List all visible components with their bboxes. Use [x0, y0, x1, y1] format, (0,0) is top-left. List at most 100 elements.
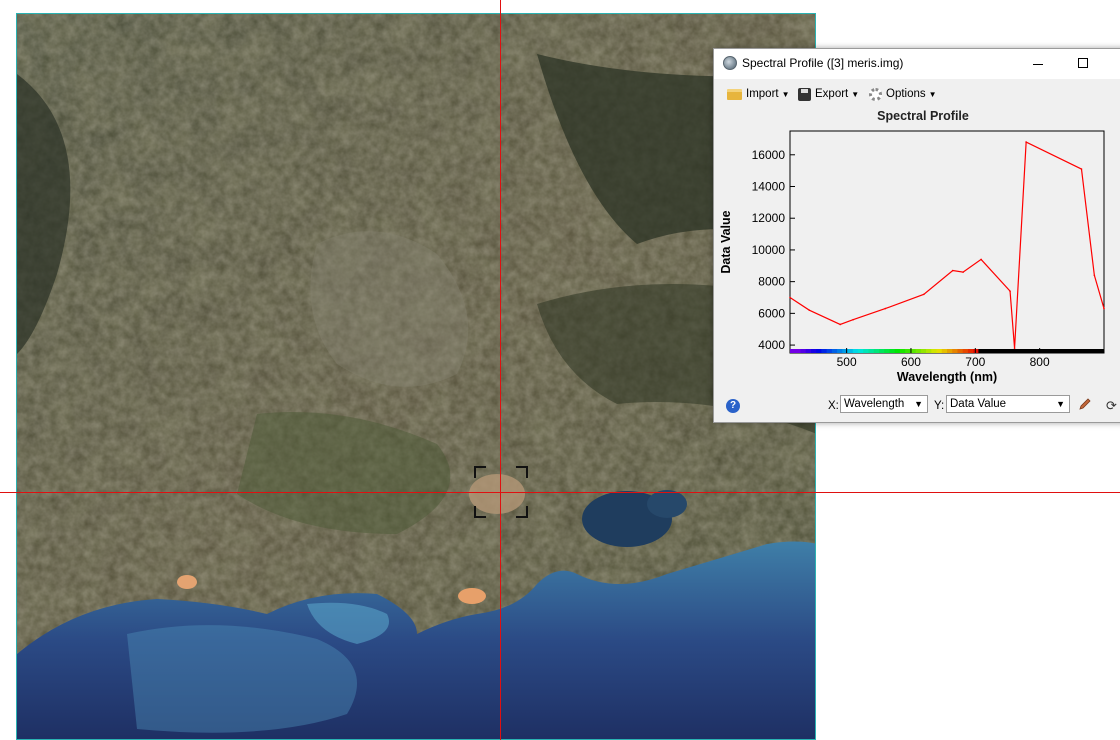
x-select-label: X: — [828, 400, 839, 412]
maximize-button[interactable] — [1072, 54, 1094, 74]
bottom-bar: ? X: Wavelength ▼ Y: Data Value ▼ ⟳ — [714, 393, 1120, 415]
colorbar-segment — [1093, 349, 1100, 353]
colorbar-segment — [1051, 349, 1058, 353]
image-viewer[interactable] — [16, 13, 816, 740]
folder-icon — [727, 88, 742, 100]
window-title: Spectral Profile ([3] meris.img) — [742, 56, 904, 70]
colorbar-segment — [894, 349, 901, 353]
y-select-label: Y: — [934, 400, 945, 412]
dropdown-caret-icon: ▼ — [851, 89, 860, 99]
spectral-profile-window[interactable]: Spectral Profile ([3] meris.img) Import … — [713, 48, 1120, 423]
colorbar-segment — [1035, 349, 1042, 353]
y-tick-label: 14000 — [752, 180, 786, 194]
data-point — [1080, 168, 1083, 170]
colorbar-segment — [978, 349, 985, 353]
spectral-profile-chart[interactable]: 500 600 700 800 4000 6000 8000 10000 12000 14000 1… — [714, 123, 1120, 389]
colorbar-segment — [1004, 349, 1011, 353]
colorbar-segment — [889, 349, 896, 353]
pixel-cursor-box[interactable] — [474, 466, 528, 518]
chevron-down-icon: ▼ — [1056, 399, 1065, 409]
colorbar-segment — [999, 349, 1006, 353]
colorbar-segment — [842, 349, 849, 353]
colorbar-segment — [1098, 349, 1105, 353]
y-tick-label: 8000 — [758, 275, 785, 289]
colorbar-segment — [947, 349, 953, 353]
y-tick-label: 4000 — [758, 338, 785, 352]
colorbar-segment — [1025, 349, 1032, 353]
colorbar-segment — [1015, 349, 1021, 353]
colorbar-segment — [941, 349, 948, 353]
wavelength-colorbar — [790, 349, 1105, 353]
colorbar-segment — [931, 349, 938, 353]
colorbar-segment — [847, 349, 854, 353]
colorbar-segment — [826, 349, 833, 353]
colorbar-segment — [852, 349, 859, 353]
export-button[interactable]: Export ▼ — [798, 85, 859, 103]
x-select-value: Wavelength — [844, 398, 905, 410]
y-axis-select[interactable]: Data Value ▼ — [946, 395, 1070, 413]
data-point — [923, 293, 925, 296]
x-axis-label: Wavelength (nm) — [897, 370, 997, 384]
colorbar-segment — [920, 349, 927, 353]
export-label: Export — [815, 88, 849, 100]
toolbar: Import ▼ Export ▼ Options ▼ — [714, 83, 1120, 105]
data-point — [789, 296, 791, 299]
x-axis-select[interactable]: Wavelength ▼ — [840, 395, 928, 413]
colorbar-segment — [905, 349, 911, 353]
save-disk-icon — [798, 87, 811, 101]
data-point — [962, 271, 964, 273]
data-point — [852, 318, 854, 321]
help-icon[interactable]: ? — [726, 399, 740, 413]
pencil-icon[interactable] — [1078, 397, 1092, 411]
colorbar-segment — [868, 349, 875, 353]
dropdown-caret-icon: ▼ — [928, 89, 937, 99]
colorbar-segment — [805, 349, 812, 353]
colorbar-segment — [821, 349, 828, 353]
colorbar-segment — [952, 349, 958, 353]
colorbar-segment — [831, 349, 838, 353]
colorbar-segment — [967, 349, 974, 353]
colorbar-segment — [816, 349, 822, 353]
colorbar-segment — [790, 349, 796, 353]
title-bar[interactable]: Spectral Profile ([3] meris.img) — [714, 49, 1120, 79]
colorbar-segment — [1062, 349, 1068, 353]
x-tick-label: 800 — [1030, 355, 1050, 369]
colorbar-segment — [1046, 349, 1053, 353]
satellite-image — [17, 14, 815, 739]
colorbar-segment — [858, 349, 864, 353]
dropdown-caret-icon: ▼ — [781, 89, 790, 99]
colorbar-segment — [899, 349, 906, 353]
data-point — [951, 269, 954, 272]
data-point — [980, 258, 982, 261]
chart-title: Spectral Profile — [877, 109, 969, 123]
colorbar-segment — [1041, 349, 1047, 353]
colorbar-segment — [863, 349, 869, 353]
colorbar-segment — [1009, 349, 1016, 353]
y-axis-label: Data Value — [719, 210, 733, 273]
refresh-icon[interactable]: ⟳ — [1106, 398, 1117, 414]
colorbar-segment — [1083, 349, 1089, 353]
options-button[interactable]: Options ▼ — [869, 85, 937, 103]
x-tick-label: 600 — [901, 355, 921, 369]
colorbar-segment — [878, 349, 885, 353]
crosshair-vertical — [500, 0, 501, 740]
data-point — [1013, 347, 1016, 350]
data-point — [839, 323, 841, 326]
colorbar-segment — [936, 349, 943, 353]
colorbar-segment — [1077, 349, 1084, 353]
chevron-down-icon: ▼ — [914, 399, 923, 409]
colorbar-segment — [810, 349, 817, 353]
colorbar-segment — [1088, 349, 1095, 353]
y-tick-label: 12000 — [752, 211, 786, 225]
colorbar-segment — [957, 349, 964, 353]
colorbar-segment — [873, 349, 880, 353]
colorbar-segment — [915, 349, 922, 353]
colorbar-segment — [926, 349, 932, 353]
colorbar-segment — [994, 349, 1000, 353]
minimize-button[interactable] — [1027, 54, 1049, 74]
import-button[interactable]: Import ▼ — [727, 85, 790, 103]
y-tick-label: 16000 — [752, 148, 786, 162]
colorbar-segment — [1020, 349, 1026, 353]
colorbar-segment — [962, 349, 969, 353]
colorbar-segment — [800, 349, 807, 353]
